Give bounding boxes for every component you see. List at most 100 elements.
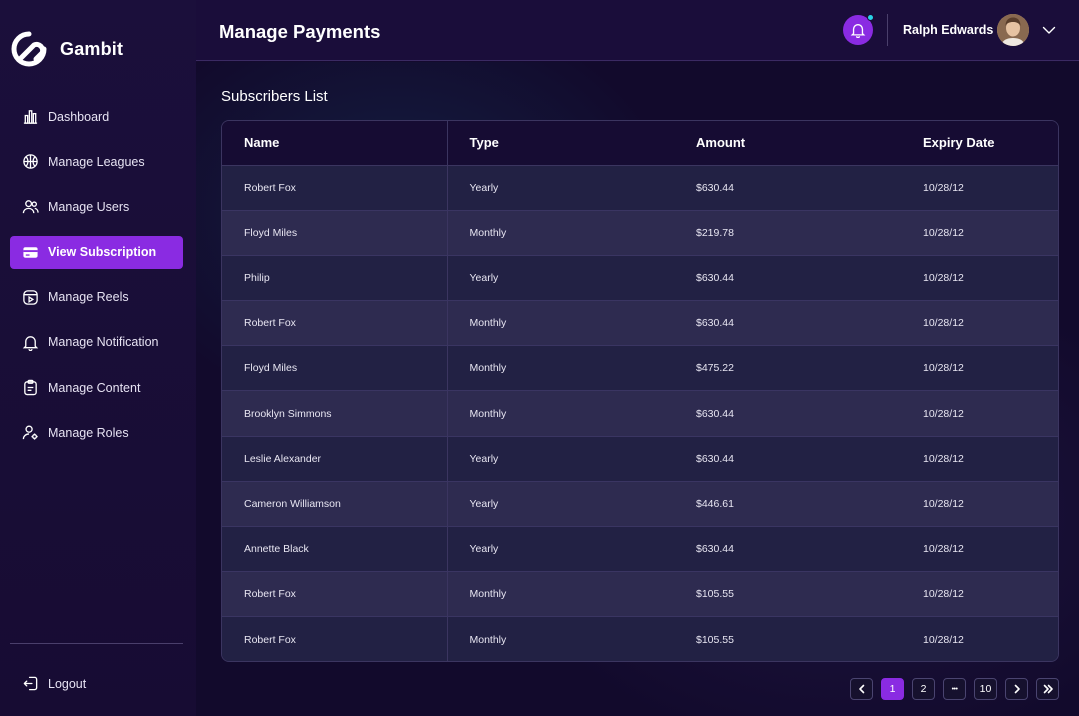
cell-expiry-date: 10/28/12 (901, 165, 1058, 211)
last-page-button[interactable] (1036, 678, 1059, 700)
cell-expiry-date: 10/28/12 (901, 436, 1058, 482)
sidebar-item-label: Dashboard (48, 109, 110, 124)
cell-amount: $630.44 (674, 300, 901, 347)
subscribers-table: Name Type Amount Expiry Date Robert Fox Y… (221, 120, 1059, 662)
table-row[interactable]: Robert Fox Monthly $105.55 10/28/12 (222, 571, 1058, 618)
top-bar: Manage Payments Ralph Edwards (196, 0, 1079, 61)
cell-name: Philip (222, 255, 448, 302)
cell-amount: $630.44 (674, 390, 901, 437)
chevron-down-icon[interactable] (1041, 22, 1057, 38)
cell-name: Floyd Miles (222, 210, 448, 256)
cell-type: Monthly (447, 210, 674, 256)
prev-page-button[interactable] (850, 678, 873, 700)
gambit-logo-icon (11, 31, 47, 67)
table-row[interactable]: Robert Fox Monthly $630.44 10/28/12 (222, 300, 1058, 347)
app-logo[interactable]: Gambit (10, 30, 123, 68)
sidebar-item-label: View Subscription (48, 245, 157, 260)
cell-expiry-date: 10/28/12 (901, 345, 1058, 392)
cell-amount: $219.78 (674, 210, 901, 256)
cell-expiry-date: 10/28/12 (901, 255, 1058, 302)
sidebar-item-label: Manage Notification (48, 335, 159, 350)
header-divider (887, 14, 888, 46)
sidebar-item-label: Manage Users (48, 199, 130, 214)
page-title: Manage Payments (219, 21, 381, 42)
column-header-amount[interactable]: Amount (674, 121, 901, 166)
sidebar-item-users[interactable]: Manage Users (10, 190, 183, 223)
cell-expiry-date: 10/28/12 (901, 526, 1058, 573)
sidebar-item-label: Manage Leagues (48, 154, 145, 169)
sidebar-item-reels[interactable]: Manage Reels (10, 281, 183, 314)
users-icon (22, 200, 39, 214)
table-row[interactable]: Floyd Miles Monthly $219.78 10/28/12 (222, 210, 1058, 256)
cell-name: Brooklyn Simmons (222, 390, 448, 437)
cell-name: Robert Fox (222, 165, 448, 211)
cell-name: Robert Fox (222, 300, 448, 347)
sidebar-item-notification[interactable]: Manage Notification (10, 326, 183, 359)
next-page-button[interactable] (1005, 678, 1028, 700)
table-row[interactable]: Robert Fox Monthly $105.55 10/28/12 (222, 616, 1058, 661)
cell-name: Annette Black (222, 526, 448, 573)
avatar[interactable] (997, 14, 1029, 46)
page-ellipsis[interactable]: ••• (943, 678, 966, 700)
cell-amount: $446.61 (674, 481, 901, 528)
table-row[interactable]: Brooklyn Simmons Monthly $630.44 10/28/12 (222, 390, 1058, 437)
cell-expiry-date: 10/28/12 (901, 300, 1058, 347)
table-row[interactable]: Floyd Miles Monthly $475.22 10/28/12 (222, 345, 1058, 392)
cell-type: Yearly (447, 481, 674, 528)
basketball-icon (23, 154, 38, 169)
cell-amount: $105.55 (674, 616, 901, 661)
sidebar-item-label: Manage Reels (48, 290, 129, 305)
column-header-expiry-date[interactable]: Expiry Date (901, 121, 1058, 166)
cell-expiry-date: 10/28/12 (901, 571, 1058, 618)
cell-type: Monthly (447, 390, 674, 437)
pagination: 1 2 ••• 10 (850, 678, 1059, 700)
user-gear-icon (22, 425, 38, 440)
sidebar-item-view-subscription[interactable]: View Subscription (10, 235, 183, 269)
cell-type: Yearly (447, 526, 674, 573)
cell-type: Yearly (447, 165, 674, 211)
double-chevron-right-icon (1043, 684, 1053, 694)
sidebar-item-leagues[interactable]: Manage Leagues (10, 145, 183, 178)
cell-name: Robert Fox (222, 616, 448, 661)
table-row[interactable]: Robert Fox Yearly $630.44 10/28/12 (222, 165, 1058, 211)
cell-type: Monthly (447, 571, 674, 618)
cell-name: Leslie Alexander (222, 436, 448, 482)
cell-name: Floyd Miles (222, 345, 448, 392)
sidebar-item-content[interactable]: Manage Content (10, 371, 183, 404)
table-body: Robert Fox Yearly $630.44 10/28/12 Floyd Mil… (222, 165, 1058, 661)
cell-type: Yearly (447, 436, 674, 482)
column-header-type[interactable]: Type (447, 121, 674, 166)
cell-expiry-date: 10/28/12 (901, 390, 1058, 437)
cell-type: Yearly (447, 255, 674, 302)
bar-chart-icon (23, 110, 38, 124)
cell-amount: $630.44 (674, 255, 901, 302)
notifications-button[interactable] (843, 14, 874, 45)
cell-name: Cameron Williamson (222, 481, 448, 528)
card-icon (23, 246, 38, 258)
page-button-10[interactable]: 10 (974, 678, 997, 700)
cell-expiry-date: 10/28/12 (901, 210, 1058, 256)
chevron-right-icon (1014, 684, 1020, 694)
logout-label: Logout (48, 676, 87, 691)
cell-name: Robert Fox (222, 571, 448, 618)
table-row[interactable]: Leslie Alexander Yearly $630.44 10/28/12 (222, 436, 1058, 482)
play-icon (23, 289, 38, 305)
cell-amount: $630.44 (674, 526, 901, 573)
table-row[interactable]: Cameron Williamson Yearly $446.61 10/28/12 (222, 481, 1058, 528)
bell-icon (850, 24, 866, 38)
page-button-1[interactable]: 1 (881, 678, 904, 700)
bell-icon (22, 336, 39, 351)
table-row[interactable]: Philip Yearly $630.44 10/28/12 (222, 255, 1058, 302)
sidebar-item-dashboard[interactable]: Dashboard (10, 100, 183, 133)
page-button-2[interactable]: 2 (912, 678, 935, 700)
sidebar-item-roles[interactable]: Manage Roles (10, 416, 183, 449)
app-name: Gambit (60, 38, 124, 59)
cell-type: Monthly (447, 300, 674, 347)
table-row[interactable]: Annette Black Yearly $630.44 10/28/12 (222, 526, 1058, 573)
user-name[interactable]: Ralph Edwards (903, 23, 993, 37)
sidebar-item-label: Manage Roles (48, 425, 129, 440)
logout-button[interactable]: Logout (22, 675, 86, 692)
avatar-image (997, 14, 1029, 46)
table-header-row: Name Type Amount Expiry Date (222, 121, 1058, 166)
column-header-name[interactable]: Name (222, 121, 448, 166)
